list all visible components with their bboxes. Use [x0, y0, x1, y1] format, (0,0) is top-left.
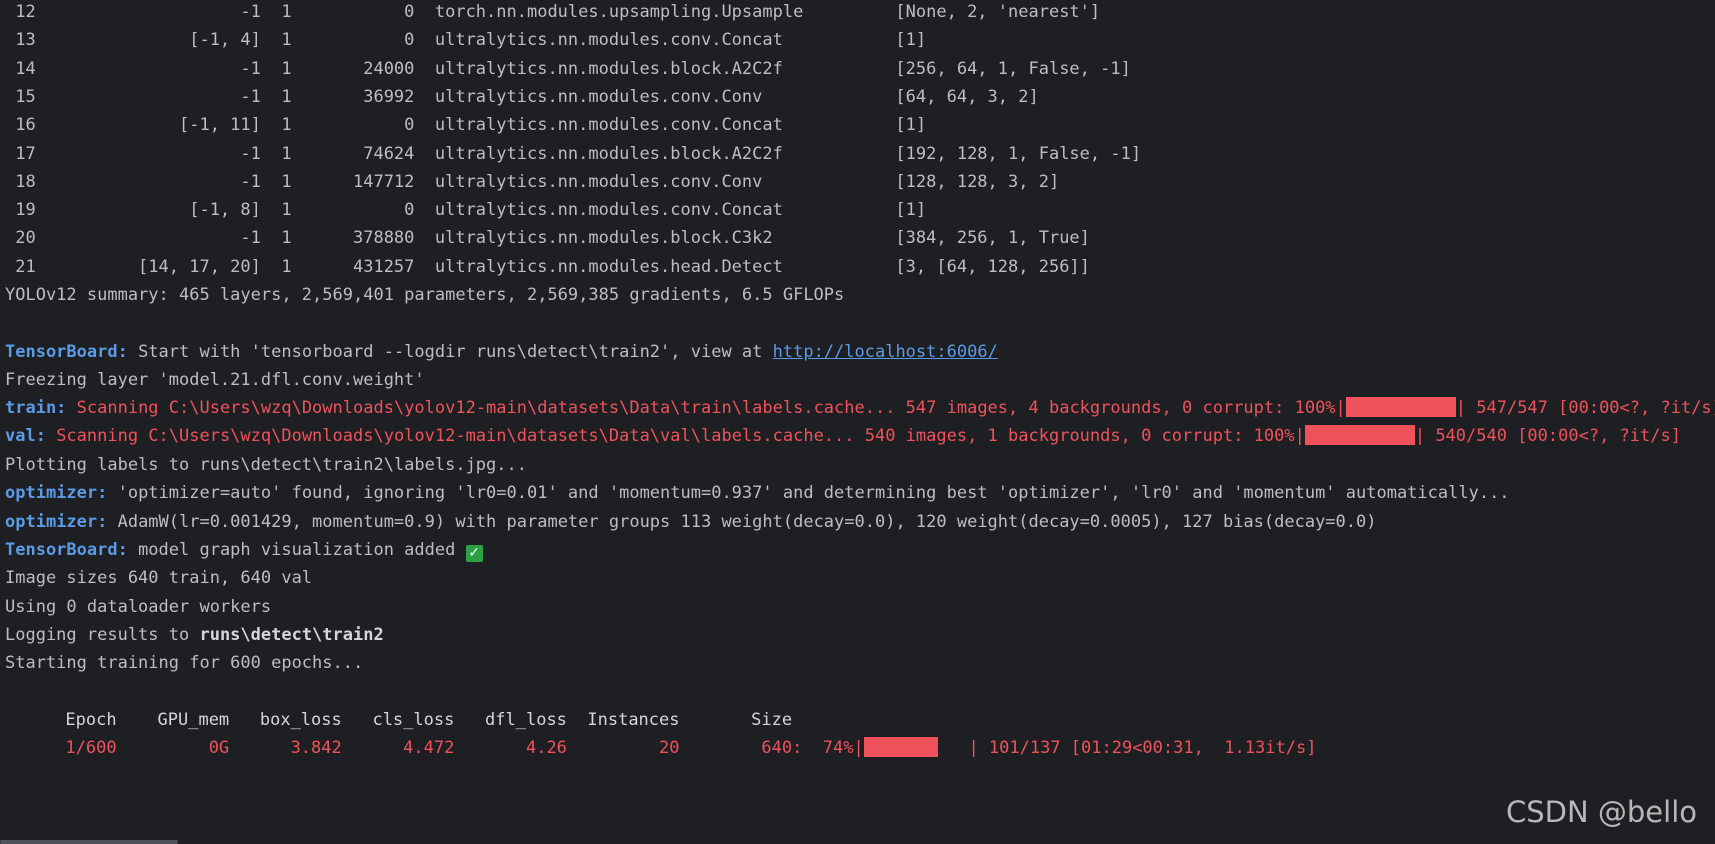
train-progress-bar	[1345, 397, 1456, 417]
terminal-output: 12 -1 1 0 torch.nn.modules.upsampling.Up…	[0, 0, 1715, 844]
optimizer-prefix-1: optimizer:	[5, 483, 108, 503]
optimizer-text-2: AdamW(lr=0.001429, momentum=0.9) with pa…	[107, 512, 1377, 532]
val-prefix: val:	[5, 426, 46, 446]
layer-row: 19 [-1, 8] 1 0 ultralytics.nn.modules.co…	[5, 200, 927, 221]
train-scan-line: train: Scanning C:\Users\wzq\Downloads\y…	[5, 393, 1715, 424]
layer-row: 13 [-1, 4] 1 0 ultralytics.nn.modules.co…	[5, 30, 927, 51]
epoch-row-text: 1/600 0G 3.842 4.472 4.26 20 640: 74%|	[4, 738, 864, 758]
optimizer-line-1: optimizer: 'optimizer=auto' found, ignor…	[5, 478, 1715, 509]
tensorboard-graph-text: model graph visualization added	[127, 540, 466, 560]
tensorboard-prefix: TensorBoard:	[5, 342, 128, 362]
layer-row: 14 -1 1 24000 ultralytics.nn.modules.blo…	[5, 58, 1131, 79]
epoch-row-suffix: | 101/137 [01:29<00:31, 1.13it/s]	[937, 738, 1317, 758]
workers-line: Using 0 dataloader workers	[5, 597, 272, 617]
layer-row: 18 -1 1 147712 ultralytics.nn.modules.co…	[5, 171, 1060, 192]
train-scan-text: Scanning C:\Users\wzq\Downloads\yolov12-…	[66, 398, 1346, 418]
tensorboard-start-text: Start with 'tensorboard --logdir runs\de…	[127, 342, 773, 362]
layer-row: 21 [14, 17, 20] 1 431257 ultralytics.nn.…	[5, 256, 1090, 277]
epoch-table-header: Epoch GPU_mem box_loss cls_loss dfl_loss…	[4, 710, 793, 730]
val-scan-suffix: | 540/540 [00:00<?, ?it/s]	[1414, 426, 1681, 446]
check-mark-icon: ✓	[465, 545, 483, 562]
tensorboard-graph-line: TensorBoard: model graph visualization a…	[5, 535, 1715, 566]
watermark-text: CSDN @bello	[1505, 795, 1697, 829]
val-progress-bar	[1304, 425, 1415, 445]
train-prefix: train:	[5, 398, 67, 418]
layer-row: 12 -1 1 0 torch.nn.modules.upsampling.Up…	[5, 2, 1101, 22]
layer-row: 20 -1 1 378880 ultralytics.nn.modules.bl…	[5, 228, 1090, 249]
epoch-progress-row: 1/600 0G 3.842 4.472 4.26 20 640: 74%| |…	[4, 733, 1714, 764]
layer-row: 17 -1 1 74624 ultralytics.nn.modules.blo…	[5, 143, 1142, 164]
tensorboard-link[interactable]: http://localhost:6006/	[773, 342, 998, 362]
optimizer-line-2: optimizer: AdamW(lr=0.001429, momentum=0…	[5, 507, 1715, 538]
layer-row: 16 [-1, 11] 1 0 ultralytics.nn.modules.c…	[5, 115, 927, 136]
train-scan-suffix: | 547/547 [00:00<?, ?it/s]	[1455, 398, 1715, 418]
optimizer-prefix-2: optimizer:	[5, 512, 108, 532]
freezing-layer-line: Freezing layer 'model.21.dfl.conv.weight…	[5, 370, 425, 390]
val-scan-text: Scanning C:\Users\wzq\Downloads\yolov12-…	[45, 426, 1305, 446]
horizontal-scrollbar[interactable]	[0, 840, 178, 844]
logging-path: runs\detect\train2	[199, 625, 384, 645]
image-sizes-line: Image sizes 640 train, 640 val	[5, 568, 313, 588]
optimizer-text-1: 'optimizer=auto' found, ignoring 'lr0=0.…	[107, 483, 1510, 503]
epoch-progress-bar	[863, 737, 938, 757]
tensorboard-graph-prefix: TensorBoard:	[5, 540, 128, 560]
model-summary: YOLOv12 summary: 465 layers, 2,569,401 p…	[5, 285, 845, 305]
plotting-line: Plotting labels to runs\detect\train2\la…	[5, 455, 527, 475]
logging-text: Logging results to	[5, 625, 200, 645]
logging-line: Logging results to runs\detect\train2	[5, 620, 1715, 651]
val-scan-line: val: Scanning C:\Users\wzq\Downloads\yol…	[5, 421, 1715, 452]
tensorboard-start-line: TensorBoard: Start with 'tensorboard --l…	[5, 337, 1715, 368]
starting-line: Starting training for 600 epochs...	[5, 653, 364, 673]
layer-row: 15 -1 1 36992 ultralytics.nn.modules.con…	[5, 86, 1039, 107]
